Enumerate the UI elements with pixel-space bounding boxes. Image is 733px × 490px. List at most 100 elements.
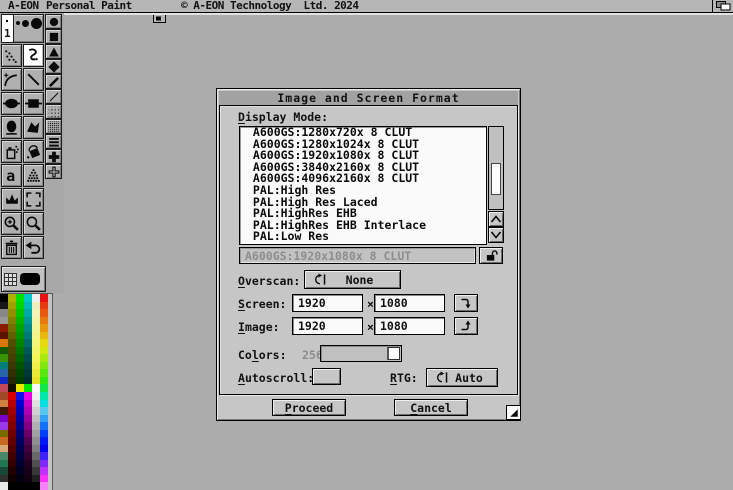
brush-size-3[interactable]	[22, 20, 29, 27]
brush-size-selector[interactable]: 1	[1, 14, 44, 43]
palette-color[interactable]	[8, 347, 16, 355]
palette-color[interactable]	[8, 392, 16, 400]
brush-size-1-selected[interactable]: 1	[2, 15, 14, 42]
palette-color[interactable]	[0, 317, 8, 325]
palette-color[interactable]	[40, 302, 48, 310]
palette-color[interactable]	[16, 482, 24, 490]
palette-color[interactable]	[8, 422, 16, 430]
tool-undo[interactable]	[23, 236, 44, 259]
tool-ellipse[interactable]	[1, 92, 22, 115]
palette-color[interactable]	[16, 415, 24, 423]
palette-color[interactable]	[0, 422, 8, 430]
palette-color[interactable]	[24, 437, 32, 445]
palette-color[interactable]	[32, 482, 40, 490]
tool-gradient-dither[interactable]	[23, 164, 44, 187]
palette-color[interactable]	[32, 377, 40, 385]
palette-color[interactable]	[24, 324, 32, 332]
palette-color[interactable]	[8, 407, 16, 415]
palette-color[interactable]	[8, 415, 16, 423]
palette-color[interactable]	[16, 294, 24, 302]
palette-color[interactable]	[0, 294, 8, 302]
palette-color[interactable]	[24, 392, 32, 400]
palette-color[interactable]	[40, 445, 48, 453]
brush-shape-thin-line[interactable]	[45, 89, 62, 104]
palette-color[interactable]	[24, 347, 32, 355]
palette-color[interactable]	[8, 369, 16, 377]
palette-color[interactable]	[24, 332, 32, 340]
palette-color[interactable]	[24, 384, 32, 392]
palette-color[interactable]	[40, 475, 48, 483]
palette-color[interactable]	[32, 437, 40, 445]
palette-color[interactable]	[40, 392, 48, 400]
palette-color[interactable]	[0, 354, 8, 362]
palette-color[interactable]	[0, 475, 8, 483]
tool-clear[interactable]	[1, 236, 22, 259]
palette-color[interactable]	[40, 347, 48, 355]
palette-color[interactable]	[40, 377, 48, 385]
palette-color[interactable]	[8, 302, 16, 310]
palette-color[interactable]	[24, 400, 32, 408]
cancel-button[interactable]: Cancel	[394, 399, 468, 416]
palette-color[interactable]	[40, 369, 48, 377]
palette-color[interactable]	[40, 460, 48, 468]
palette-color[interactable]	[32, 384, 40, 392]
palette-color[interactable]	[24, 475, 32, 483]
palette-color[interactable]	[16, 407, 24, 415]
palette-color[interactable]	[24, 369, 32, 377]
palette-color[interactable]	[8, 324, 16, 332]
palette-color[interactable]	[24, 482, 32, 490]
tool-polygon[interactable]	[23, 116, 44, 139]
palette-color[interactable]	[32, 302, 40, 310]
palette-color[interactable]	[40, 294, 48, 302]
overscan-cycle-button[interactable]: None	[304, 270, 401, 289]
palette-color[interactable]	[16, 400, 24, 408]
palette-color[interactable]	[0, 437, 8, 445]
palette-color[interactable]	[8, 309, 16, 317]
palette-color[interactable]	[32, 369, 40, 377]
palette-color[interactable]	[32, 354, 40, 362]
palette-color[interactable]	[24, 407, 32, 415]
scroll-up-button[interactable]	[488, 211, 504, 227]
palette-color[interactable]	[16, 369, 24, 377]
palette-color[interactable]	[16, 460, 24, 468]
palette-color[interactable]	[32, 347, 40, 355]
palette-color[interactable]	[0, 400, 8, 408]
brush-shape-diamond[interactable]	[45, 59, 62, 74]
palette-color[interactable]	[8, 339, 16, 347]
palette-color[interactable]	[40, 354, 48, 362]
palette-color[interactable]	[40, 452, 48, 460]
palette-color[interactable]	[0, 324, 8, 332]
rtg-cycle-button[interactable]: Auto	[426, 368, 498, 387]
palette-color[interactable]	[40, 324, 48, 332]
palette-color[interactable]	[16, 347, 24, 355]
palette-color[interactable]	[8, 294, 16, 302]
palette-color[interactable]	[16, 377, 24, 385]
palette-color[interactable]	[16, 384, 24, 392]
image-height-field[interactable]: 1080	[374, 317, 445, 335]
iconify-gadget[interactable]	[128, 1, 166, 38]
tool-filled-ellipse[interactable]	[1, 116, 22, 139]
unlock-button[interactable]	[479, 247, 503, 264]
resize-gadget[interactable]	[506, 405, 521, 420]
brush-size-4[interactable]	[31, 18, 42, 29]
palette-color[interactable]	[8, 377, 16, 385]
palette-color[interactable]	[0, 309, 8, 317]
palette-color[interactable]	[16, 422, 24, 430]
palette-color[interactable]	[8, 362, 16, 370]
tool-magnify-plus[interactable]	[1, 212, 22, 235]
palette-color[interactable]	[40, 430, 48, 438]
palette-color[interactable]	[0, 347, 8, 355]
palette-color[interactable]	[0, 332, 8, 340]
palette-color[interactable]	[0, 445, 8, 453]
palette-color[interactable]	[40, 317, 48, 325]
palette-color[interactable]	[16, 302, 24, 310]
palette-color[interactable]	[32, 294, 40, 302]
palette-color[interactable]	[8, 400, 16, 408]
palette-color[interactable]	[32, 400, 40, 408]
palette-color[interactable]	[32, 467, 40, 475]
palette-color[interactable]	[40, 482, 48, 490]
brush-shape-circle[interactable]	[45, 14, 62, 29]
palette-color[interactable]	[32, 317, 40, 325]
palette-color[interactable]	[16, 332, 24, 340]
palette-color[interactable]	[0, 339, 8, 347]
